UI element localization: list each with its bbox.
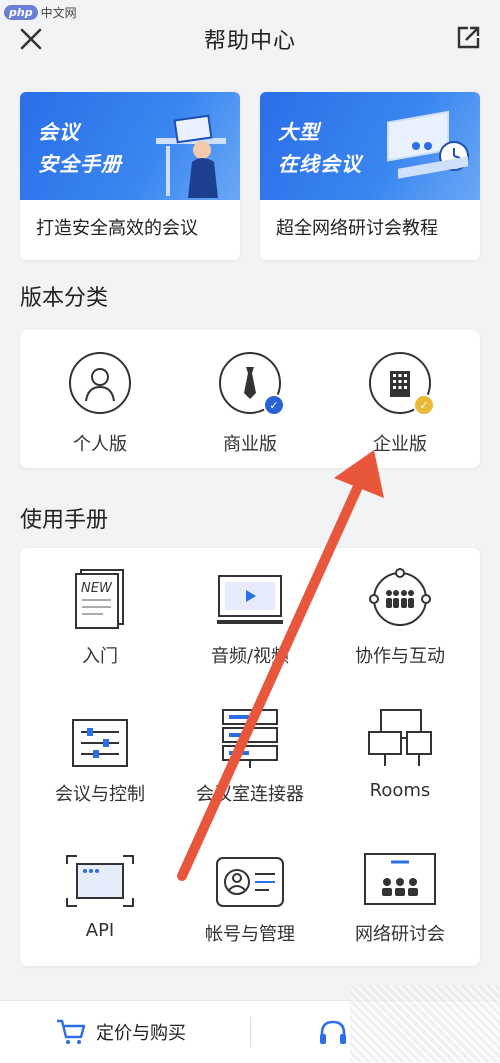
- screens-clock-illustration: [387, 110, 469, 179]
- manual-item-label: 协作与互动: [355, 646, 445, 667]
- edition-label: 个人版: [73, 434, 127, 455]
- webinar-icon: [325, 838, 475, 908]
- manual-item-label: 帐号与管理: [205, 924, 295, 945]
- banner-security-manual[interactable]: 会议 安全手册 打造安全高效的会议: [20, 92, 240, 260]
- pricing-button[interactable]: 定价与购买: [56, 1019, 186, 1045]
- banner-large-meeting[interactable]: 大型 在线会议 超全网络研讨会教程: [260, 92, 480, 260]
- manual-item-label: 网络研讨会: [355, 924, 445, 945]
- banner-security-art: 会议 安全手册: [20, 92, 240, 200]
- svg-text:NEW: NEW: [81, 581, 113, 596]
- edition-personal[interactable]: 个人版: [25, 352, 175, 456]
- manual-item-getting-started[interactable]: NEW 入门: [25, 560, 175, 668]
- person-at-desk-illustration: [156, 114, 226, 198]
- tie-icon: ✓: [219, 352, 285, 416]
- manual-item-label: 入门: [82, 646, 118, 667]
- banner-caption: 打造安全高效的会议: [36, 218, 198, 239]
- verified-badge-icon: ✓: [263, 394, 285, 416]
- edition-label: 商业版: [223, 434, 277, 455]
- server-rack-icon: [175, 698, 325, 768]
- manual-item-label: API: [85, 920, 115, 941]
- watermark-text: 中文网: [40, 6, 77, 20]
- banner-meeting-art: 大型 在线会议: [260, 92, 480, 200]
- pricing-label: 定价与购买: [96, 1023, 186, 1044]
- manual-item-meeting-control[interactable]: 会议与控制: [25, 698, 175, 806]
- api-screen-icon: [25, 838, 175, 908]
- manual-item-label: 会议与控制: [55, 784, 145, 805]
- manual-item-account[interactable]: 帐号与管理: [175, 838, 325, 946]
- people-circle-icon: [325, 560, 475, 630]
- watermark-badge: php: [4, 5, 38, 20]
- manual-item-label: 会议室连接器: [196, 784, 304, 805]
- building-icon: ✓: [369, 352, 435, 416]
- person-icon: [69, 352, 131, 414]
- manual-card: NEW 入门 音频/视频 协作与互动 会议与控制 会议室连接器 Rooms AP…: [20, 548, 480, 966]
- bottom-divider: [250, 1017, 251, 1047]
- manual-item-label: Rooms: [369, 780, 431, 801]
- cart-icon: [57, 1019, 86, 1044]
- banner-line1: 会议: [38, 120, 80, 144]
- manual-item-room-connector[interactable]: 会议室连接器: [175, 698, 325, 806]
- manual-item-label: 音频/视频: [210, 646, 290, 667]
- edition-business[interactable]: ✓ 商业版: [175, 352, 325, 456]
- banner-line2: 安全手册: [38, 152, 122, 176]
- headset-icon[interactable]: [318, 1019, 348, 1047]
- manual-item-api[interactable]: API: [25, 838, 175, 941]
- banner-line1: 大型: [278, 120, 320, 144]
- id-card-icon: [175, 838, 325, 908]
- manual-item-webinar[interactable]: 网络研讨会: [325, 838, 475, 946]
- page-title: 帮助中心: [203, 29, 296, 54]
- manual-item-collaboration[interactable]: 协作与互动: [325, 560, 475, 668]
- manual-item-audio-video[interactable]: 音频/视频: [175, 560, 325, 668]
- new-doc-icon: NEW: [25, 560, 175, 630]
- editions-card: 个人版 ✓ 商业版 ✓ 企业版: [20, 330, 480, 468]
- external-link-icon[interactable]: [454, 24, 482, 52]
- manual-item-rooms[interactable]: Rooms: [325, 698, 475, 801]
- edition-enterprise[interactable]: ✓ 企业版: [325, 352, 475, 456]
- watermark-overlay: [350, 985, 500, 1062]
- verified-badge-icon: ✓: [413, 394, 435, 416]
- edition-label: 企业版: [373, 434, 427, 455]
- rooms-icon: [325, 698, 475, 768]
- sliders-icon: [25, 698, 175, 768]
- watermark-logo: php 中文网: [4, 4, 77, 21]
- banner-caption: 超全网络研讨会教程: [276, 218, 438, 239]
- section-title-manual: 使用手册: [20, 508, 109, 533]
- section-title-editions: 版本分类: [20, 286, 109, 311]
- close-icon[interactable]: [16, 24, 46, 54]
- monitor-play-icon: [175, 560, 325, 630]
- banner-line2: 在线会议: [278, 152, 362, 176]
